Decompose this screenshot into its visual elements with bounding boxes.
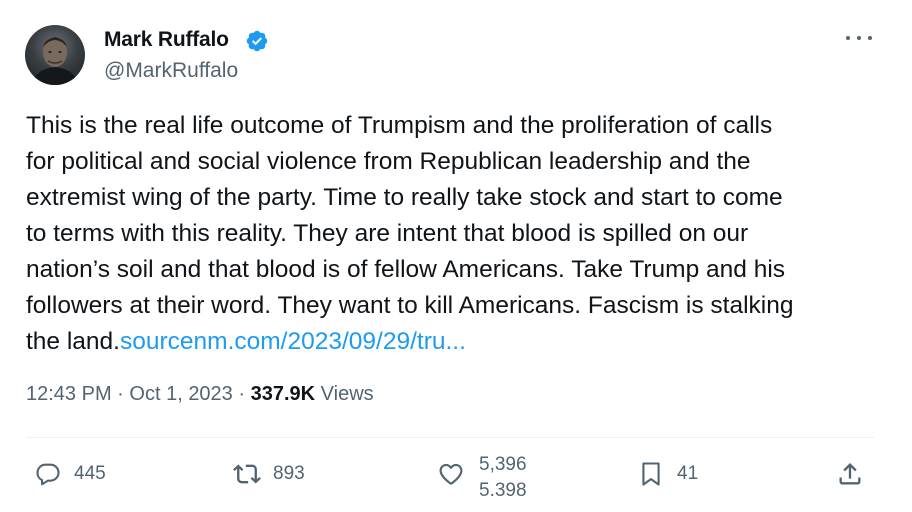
- source-link[interactable]: sourcenm.com/2023/09/29/tru...: [120, 328, 466, 355]
- tweet-date[interactable]: Oct 1, 2023: [129, 383, 232, 405]
- like-count-ticker: 5,396 5,398: [479, 452, 539, 496]
- like-count: 5,396: [479, 454, 527, 475]
- reply-count: 445: [74, 463, 106, 484]
- repost-button[interactable]: 893: [233, 452, 305, 496]
- tweet-text-line: to terms with this reality. They are int…: [26, 220, 749, 247]
- bookmark-count: 41: [677, 463, 699, 484]
- repost-icon: [233, 464, 261, 484]
- reply-button[interactable]: 445: [34, 452, 106, 496]
- tweet-text-line: for political and social violence from R…: [26, 148, 751, 175]
- heart-icon: [439, 463, 463, 485]
- tweet-text-line: This is the real life outcome of Trumpis…: [26, 112, 773, 139]
- repost-count: 893: [273, 463, 305, 484]
- verified-badge-icon: [246, 30, 268, 52]
- bookmark-icon: [642, 462, 660, 486]
- display-name[interactable]: Mark Ruffalo: [104, 28, 229, 52]
- tweet-text-line: followers at their word. They want to ki…: [26, 292, 794, 319]
- avatar[interactable]: [25, 25, 85, 85]
- tweet-meta: 12:43 PM · Oct 1, 2023 · 337.9K Views: [26, 383, 374, 406]
- like-button[interactable]: 5,396 5,398: [437, 452, 539, 496]
- more-options-icon[interactable]: [846, 32, 872, 44]
- tweet-card: Mark Ruffalo @MarkRuffalo This is the re…: [0, 0, 912, 512]
- reply-icon: [36, 463, 60, 486]
- bookmark-button[interactable]: 41: [637, 452, 698, 496]
- tweet-text-line: the land.sourcenm.com/2023/09/29/tru...: [26, 324, 886, 360]
- share-button[interactable]: [836, 452, 864, 496]
- tweet-text-last: the land.: [26, 328, 120, 355]
- tweet-text-line: extremist wing of the party. Time to rea…: [26, 184, 783, 211]
- views-label: Views: [320, 383, 374, 405]
- tweet-text-line: nation’s soil and that blood is of fello…: [26, 256, 786, 283]
- tweet-text: This is the real life outcome of Trumpis…: [26, 108, 886, 360]
- divider: [26, 437, 874, 438]
- tweet-time[interactable]: 12:43 PM: [26, 383, 112, 405]
- like-count-next: 5,398: [479, 480, 527, 496]
- meta-separator: ·: [117, 383, 124, 405]
- views-count[interactable]: 337.9K: [251, 383, 316, 405]
- share-icon: [839, 463, 861, 485]
- handle[interactable]: @MarkRuffalo: [104, 59, 238, 83]
- meta-separator: ·: [238, 383, 246, 405]
